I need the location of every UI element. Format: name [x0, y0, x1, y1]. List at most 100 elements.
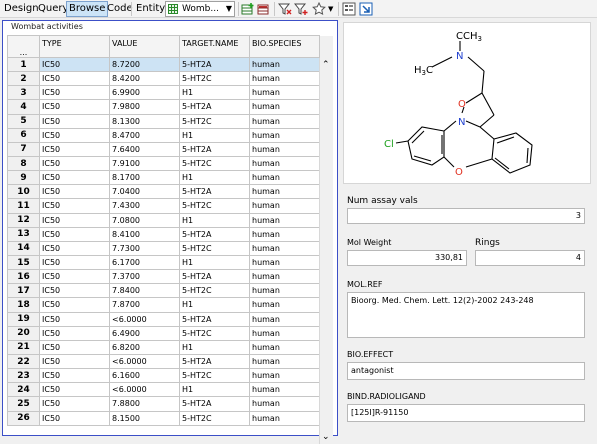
table-row[interactable]: 14 IC50 7.7300 5-HT2C human: [7, 240, 334, 256]
table-cell[interactable]: human: [249, 113, 320, 129]
table-cell[interactable]: 7.4300: [109, 198, 180, 214]
table-cell[interactable]: human: [249, 127, 320, 143]
table-cell[interactable]: H1: [179, 212, 250, 228]
column-header-type[interactable]: TYPE: [39, 35, 110, 58]
row-number-cell[interactable]: 5: [7, 113, 40, 129]
table-cell[interactable]: IC50: [39, 113, 110, 129]
table-cell[interactable]: IC50: [39, 184, 110, 200]
table-cell[interactable]: IC50: [39, 339, 110, 355]
table-cell[interactable]: IC50: [39, 71, 110, 87]
bio-effect-field[interactable]: antagonist: [347, 362, 585, 380]
table-cell[interactable]: 6.4900: [109, 325, 180, 341]
table-row[interactable]: 11 IC50 7.4300 5-HT2C human: [7, 198, 334, 214]
table-row[interactable]: 4 IC50 7.9800 5-HT2A human: [7, 99, 334, 115]
table-cell[interactable]: 5-HT2A: [179, 353, 250, 370]
table-cell[interactable]: 5-HT2A: [179, 99, 250, 115]
row-number-cell[interactable]: 1: [7, 56, 40, 73]
table-cell[interactable]: 7.0800: [109, 212, 180, 228]
table-cell[interactable]: 5-HT2A: [179, 184, 250, 200]
row-number-cell[interactable]: 4: [7, 99, 40, 115]
table-cell[interactable]: 6.8200: [109, 339, 180, 355]
table-cell[interactable]: 5-HT2C: [179, 113, 250, 129]
table-row[interactable]: 3 IC50 6.9900 H1 human: [7, 85, 334, 101]
row-number-cell[interactable]: 12: [7, 212, 40, 228]
table-cell[interactable]: 5-HT2A: [179, 396, 250, 412]
column-header-value[interactable]: VALUE: [109, 35, 180, 58]
table-cell[interactable]: 7.8700: [109, 297, 180, 313]
table-row[interactable]: 24 IC50 <6.0000 H1 human: [7, 382, 334, 398]
table-row[interactable]: 6 IC50 8.4700 H1 human: [7, 127, 334, 143]
row-number-cell[interactable]: 18: [7, 297, 40, 313]
table-row[interactable]: 13 IC50 8.4100 5-HT2A human: [7, 226, 334, 242]
table-cell[interactable]: human: [249, 56, 320, 73]
table-cell[interactable]: IC50: [39, 226, 110, 242]
bind-radioligand-field[interactable]: [125I]R-91150: [347, 404, 585, 422]
table-cell[interactable]: 7.9100: [109, 155, 180, 172]
table-cell[interactable]: 8.1500: [109, 410, 180, 426]
table-cell[interactable]: human: [249, 85, 320, 101]
export-icon[interactable]: [359, 2, 373, 16]
row-number-cell[interactable]: 20: [7, 325, 40, 341]
table-row[interactable]: 2 IC50 8.4200 5-HT2C human: [7, 71, 334, 87]
scroll-down-icon[interactable]: ⌄: [322, 432, 330, 442]
table-cell[interactable]: human: [249, 240, 320, 256]
table-cell[interactable]: H1: [179, 127, 250, 143]
filter-remove-icon[interactable]: [278, 2, 292, 16]
table-row[interactable]: 22 IC50 <6.0000 5-HT2A human: [7, 353, 334, 370]
table-cell[interactable]: 5-HT2C: [179, 71, 250, 87]
table-cell[interactable]: <6.0000: [109, 382, 180, 398]
table-row[interactable]: 7 IC50 7.6400 5-HT2A human: [7, 141, 334, 157]
row-number-cell[interactable]: 25: [7, 396, 40, 412]
table-cell[interactable]: human: [249, 382, 320, 398]
table-cell[interactable]: IC50: [39, 85, 110, 101]
table-cell[interactable]: human: [249, 325, 320, 341]
row-number-cell[interactable]: 21: [7, 339, 40, 355]
row-number-cell[interactable]: 17: [7, 283, 40, 299]
row-number-cell[interactable]: 6: [7, 127, 40, 143]
table-cell[interactable]: 5-HT2A: [179, 141, 250, 157]
table-cell[interactable]: <6.0000: [109, 353, 180, 370]
table-cell[interactable]: IC50: [39, 141, 110, 157]
rings-field[interactable]: 4: [475, 250, 585, 266]
row-number-cell[interactable]: 2: [7, 71, 40, 87]
table-cell[interactable]: 8.4700: [109, 127, 180, 143]
column-header-target-name[interactable]: TARGET.NAME: [179, 35, 250, 58]
filter-add-icon[interactable]: [294, 2, 308, 16]
table-cell[interactable]: 7.0400: [109, 184, 180, 200]
table-cell[interactable]: IC50: [39, 212, 110, 228]
row-header-corner[interactable]: ...: [7, 35, 40, 58]
table-row[interactable]: 21 IC50 6.8200 H1 human: [7, 339, 334, 355]
table-cell[interactable]: human: [249, 297, 320, 313]
row-number-cell[interactable]: 3: [7, 85, 40, 101]
table-row[interactable]: 25 IC50 7.8800 5-HT2A human: [7, 396, 334, 412]
table-cell[interactable]: 8.1300: [109, 113, 180, 129]
table-cell[interactable]: IC50: [39, 56, 110, 73]
table-cell[interactable]: H1: [179, 382, 250, 398]
table-cell[interactable]: human: [249, 184, 320, 200]
table-cell[interactable]: 8.7200: [109, 56, 180, 73]
table-cell[interactable]: human: [249, 353, 320, 370]
delete-row-icon[interactable]: [257, 2, 271, 16]
table-cell[interactable]: 5-HT2C: [179, 240, 250, 256]
table-cell[interactable]: human: [249, 269, 320, 285]
row-number-cell[interactable]: 15: [7, 254, 40, 271]
table-row[interactable]: 17 IC50 7.8400 5-HT2C human: [7, 283, 334, 299]
table-cell[interactable]: 5-HT2C: [179, 410, 250, 426]
table-cell[interactable]: human: [249, 212, 320, 228]
table-cell[interactable]: 8.1700: [109, 170, 180, 186]
table-cell[interactable]: H1: [179, 254, 250, 271]
table-row[interactable]: 16 IC50 7.3700 5-HT2A human: [7, 269, 334, 285]
table-cell[interactable]: 7.8800: [109, 396, 180, 412]
row-number-cell[interactable]: 10: [7, 184, 40, 200]
row-number-cell[interactable]: 16: [7, 269, 40, 285]
table-cell[interactable]: 5-HT2A: [179, 226, 250, 242]
table-cell[interactable]: IC50: [39, 127, 110, 143]
row-number-cell[interactable]: 9: [7, 170, 40, 186]
table-cell[interactable]: human: [249, 254, 320, 271]
browse-tab[interactable]: Browse: [66, 1, 109, 17]
table-row[interactable]: 26 IC50 8.1500 5-HT2C human: [7, 410, 334, 426]
row-number-cell[interactable]: 14: [7, 240, 40, 256]
table-cell[interactable]: IC50: [39, 396, 110, 412]
table-row[interactable]: 20 IC50 6.4900 5-HT2C human: [7, 325, 334, 341]
table-cell[interactable]: IC50: [39, 368, 110, 384]
